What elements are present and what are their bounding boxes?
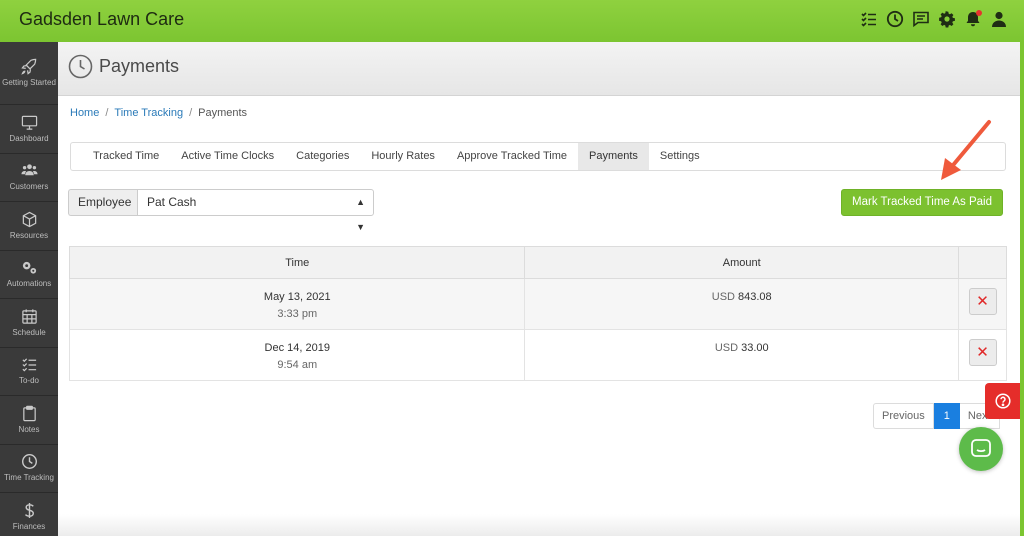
clock-icon[interactable] <box>886 10 904 28</box>
mark-tracked-time-as-paid-button[interactable]: Mark Tracked Time As Paid <box>841 189 1003 216</box>
chat-icon[interactable] <box>912 10 930 28</box>
breadcrumb-current: Payments <box>198 107 248 119</box>
currency-code: USD <box>714 342 739 354</box>
notification-dot <box>976 10 982 16</box>
pagination-previous[interactable]: Previous <box>873 403 934 429</box>
sidebar-item-label: Notes <box>18 424 40 434</box>
actions-cell: ✕ <box>958 278 1007 330</box>
table-header-row: Time Amount <box>68 246 1007 279</box>
annotation-arrow-icon <box>941 120 991 180</box>
close-icon: ✕ <box>976 293 989 310</box>
payment-date: Dec 14, 2019 <box>264 342 330 354</box>
sidebar-item-todo[interactable]: To-do <box>0 348 58 396</box>
sidebar-item-label: Time Tracking <box>4 473 54 483</box>
sidebar-item-automations[interactable]: Automations <box>0 251 58 299</box>
sidebar-item-schedule[interactable]: Schedule <box>0 299 58 348</box>
payment-time: 3:33 pm <box>277 308 318 320</box>
close-icon: ✕ <box>976 344 989 361</box>
top-bar: Gadsden Lawn Care <box>0 0 1024 42</box>
tab-settings[interactable]: Settings <box>649 143 711 170</box>
pagination: Previous 1 Next <box>873 403 1000 429</box>
monitor-icon <box>21 115 37 130</box>
top-icon-bar <box>860 10 1008 28</box>
question-icon <box>994 393 1011 409</box>
amount-cell: USD 33.00 <box>524 329 959 381</box>
time-cell: Dec 14, 2019 9:54 am <box>68 329 526 381</box>
breadcrumb-separator: / <box>105 107 109 119</box>
payment-time: 9:54 am <box>277 359 318 371</box>
page-header: Payments <box>58 42 1020 96</box>
sidebar-item-resources[interactable]: Resources <box>0 202 58 251</box>
column-header-time: Time <box>68 246 526 279</box>
dollar-icon <box>24 502 34 518</box>
sidebar-item-label: To-do <box>18 376 39 386</box>
cogs-icon <box>22 262 36 274</box>
column-header-actions <box>958 246 1007 279</box>
sidebar-item-label: Customers <box>9 182 49 192</box>
tab-bar: Tracked Time Active Time Clocks Categori… <box>70 142 1006 171</box>
sidebar-item-label: Dashboard <box>9 133 49 143</box>
payment-amount: 843.08 <box>738 291 772 303</box>
scrollbar[interactable] <box>1020 42 1024 536</box>
payments-table: Time Amount May 13, 2021 3:33 pm USD 843.… <box>68 246 1007 381</box>
tab-categories[interactable]: Categories <box>285 143 360 170</box>
employee-filter: Employee Pat Cash ▲ ▼ <box>68 189 374 232</box>
column-header-amount: Amount <box>524 246 959 279</box>
sidebar-item-time-tracking[interactable]: Time Tracking <box>0 445 58 493</box>
currency-code: USD <box>711 291 736 303</box>
employee-select[interactable]: Pat Cash ▲ ▼ <box>137 189 374 232</box>
cube-icon <box>22 211 36 228</box>
tab-active-time-clocks[interactable]: Active Time Clocks <box>170 143 285 170</box>
pagination-page-current[interactable]: 1 <box>933 403 960 429</box>
sidebar-item-label: Getting Started <box>2 78 56 87</box>
help-tab[interactable] <box>985 383 1020 419</box>
payment-date: May 13, 2021 <box>263 291 331 303</box>
sidebar-item-dashboard[interactable]: Dashboard <box>0 105 58 154</box>
delete-payment-button[interactable]: ✕ <box>968 288 997 315</box>
tab-tracked-time[interactable]: Tracked Time <box>71 143 170 170</box>
payment-amount: 33.00 <box>741 342 769 354</box>
sidebar-item-getting-started[interactable]: Getting Started <box>0 42 58 105</box>
employee-label: Employee <box>68 189 137 216</box>
employee-selected-value: Pat Cash <box>147 195 197 209</box>
gear-icon[interactable] <box>938 10 956 28</box>
sidebar-item-label: Resources <box>9 230 49 240</box>
select-caret-icon: ▲ ▼ <box>356 197 365 232</box>
sidebar-item-label: Schedule <box>12 327 46 337</box>
tab-payments[interactable]: Payments <box>578 143 649 170</box>
sidebar-item-finances[interactable]: Finances <box>0 493 58 536</box>
sidebar-item-label: Finances <box>12 521 46 531</box>
breadcrumb: Home / Time Tracking / Payments <box>70 107 247 119</box>
clipboard-icon <box>22 405 36 421</box>
chat-launcher-button[interactable] <box>959 427 1003 471</box>
user-icon[interactable] <box>990 10 1008 28</box>
bell-icon[interactable] <box>964 10 982 28</box>
checklist-icon[interactable] <box>860 10 878 28</box>
actions-cell: ✕ <box>958 329 1007 381</box>
breadcrumb-separator: / <box>189 107 193 119</box>
table-row: Dec 14, 2019 9:54 am USD 33.00 ✕ <box>68 329 1007 381</box>
sidebar-nav: Getting Started Dashboard Customers Reso… <box>0 42 58 536</box>
tab-approve-tracked-time[interactable]: Approve Tracked Time <box>446 143 578 170</box>
bottom-fade <box>58 514 1020 536</box>
tab-hourly-rates[interactable]: Hourly Rates <box>360 143 446 170</box>
delete-payment-button[interactable]: ✕ <box>968 339 997 366</box>
clock-icon <box>68 54 93 79</box>
sidebar-item-label: Automations <box>6 279 52 289</box>
chat-bubble-icon <box>971 439 991 457</box>
users-icon <box>20 164 38 176</box>
app-title[interactable]: Gadsden Lawn Care <box>19 9 184 30</box>
page-title: Payments <box>99 56 180 76</box>
calendar-icon <box>21 309 37 324</box>
breadcrumb-home-link[interactable]: Home <box>70 107 99 119</box>
checklist-icon <box>21 358 36 372</box>
sidebar-item-customers[interactable]: Customers <box>0 154 58 202</box>
sidebar-item-notes[interactable]: Notes <box>0 396 58 445</box>
rocket-icon <box>20 58 36 75</box>
time-cell: May 13, 2021 3:33 pm <box>68 278 526 330</box>
breadcrumb-time-tracking-link[interactable]: Time Tracking <box>114 107 183 119</box>
amount-cell: USD 843.08 <box>524 278 959 330</box>
table-row: May 13, 2021 3:33 pm USD 843.08 ✕ <box>68 278 1007 330</box>
clock-icon <box>21 454 37 470</box>
